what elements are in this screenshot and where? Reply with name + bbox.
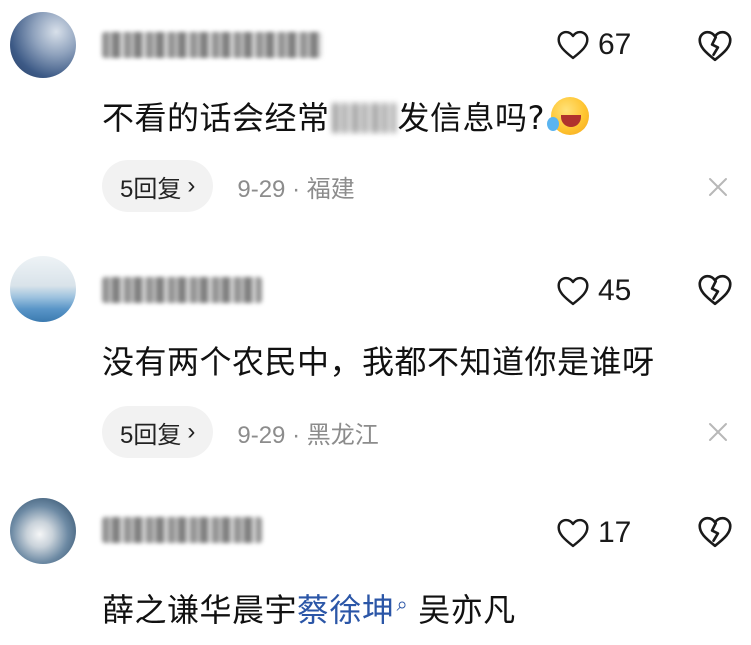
comment-text: 不看的话会经常 发信息吗? xyxy=(102,97,590,138)
comment-date: 9-29 xyxy=(237,175,286,203)
heart-outline-icon xyxy=(557,276,589,306)
username[interactable] xyxy=(102,517,262,543)
heart-outline-icon xyxy=(557,518,589,548)
like-count: 45 xyxy=(598,274,632,307)
like-button[interactable]: 45 xyxy=(556,274,631,308)
heart-outline-icon xyxy=(557,30,589,60)
comment-location: 福建 xyxy=(306,175,355,203)
chevron-right-icon: › xyxy=(187,172,196,199)
comment-text: 没有两个农民中，我都不知道你是谁呀 xyxy=(102,343,655,381)
redacted-text xyxy=(331,103,396,133)
view-replies-button[interactable]: 5回复 › xyxy=(102,160,214,212)
comment-text-part: 吴亦凡 xyxy=(418,591,516,629)
separator: · xyxy=(292,421,301,449)
comment-date-location: 9-29 · 福建 xyxy=(237,169,354,204)
separator: · xyxy=(292,175,301,203)
like-count: 17 xyxy=(598,516,632,549)
like-count: 67 xyxy=(598,28,632,61)
chevron-right-icon: › xyxy=(187,418,196,445)
comment-date: 9-29 xyxy=(237,421,286,449)
laughing-crying-emoji-icon xyxy=(547,97,590,135)
comment-text-part: 发信息吗? xyxy=(397,99,546,137)
username[interactable] xyxy=(102,32,322,58)
comment-text-part: 不看的话会经常 xyxy=(102,99,330,137)
comment-meta: 5回复 › 9-29 · 福建 xyxy=(102,160,355,212)
search-link[interactable]: 蔡徐坤 xyxy=(297,591,395,629)
close-icon[interactable] xyxy=(707,421,729,443)
like-button[interactable]: 17 xyxy=(556,516,631,550)
broken-heart-icon[interactable] xyxy=(697,516,733,548)
reply-label: 5回复 xyxy=(120,175,182,203)
reply-label: 5回复 xyxy=(120,421,182,449)
close-icon[interactable] xyxy=(707,176,729,198)
broken-heart-icon[interactable] xyxy=(697,30,733,62)
avatar[interactable] xyxy=(10,498,76,564)
avatar[interactable] xyxy=(10,12,76,78)
comment-location: 黑龙江 xyxy=(306,421,379,449)
view-replies-button[interactable]: 5回复 › xyxy=(102,406,214,458)
comment-text-part: 薛之谦华晨宇 xyxy=(102,591,298,629)
username[interactable] xyxy=(102,277,262,303)
comment-meta: 5回复 › 9-29 · 黑龙江 xyxy=(102,406,379,458)
search-icon[interactable]: ⌕ xyxy=(397,592,409,616)
comment-date-location: 9-29 · 黑龙江 xyxy=(237,415,378,450)
avatar[interactable] xyxy=(10,256,76,322)
like-button[interactable]: 67 xyxy=(556,28,631,62)
broken-heart-icon[interactable] xyxy=(697,274,733,306)
comment-text: 薛之谦华晨宇蔡徐坤 ⌕ 吴亦凡 xyxy=(102,584,516,630)
